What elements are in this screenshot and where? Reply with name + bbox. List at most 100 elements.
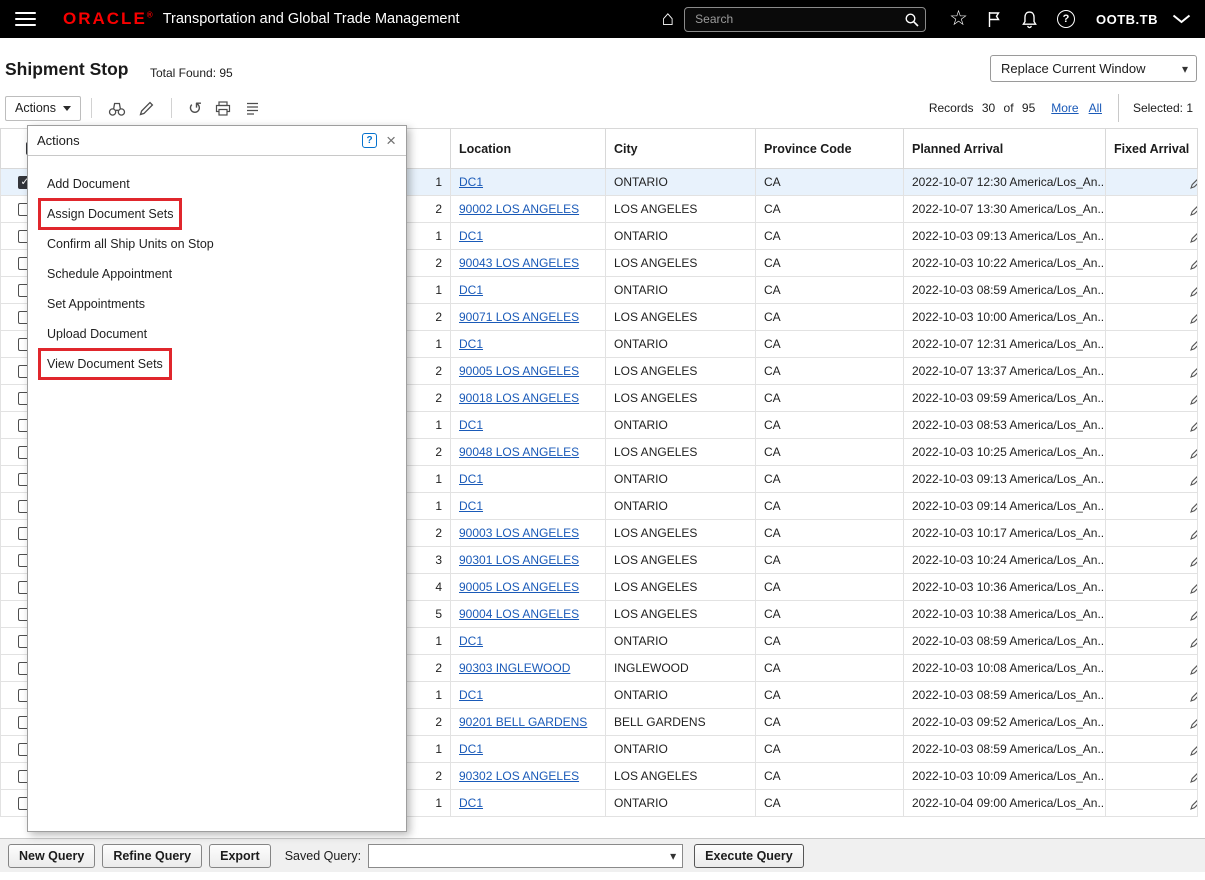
refine-query-button[interactable]: Refine Query [102,844,202,868]
location-link[interactable]: 90302 LOS ANGELES [459,769,579,783]
location-link[interactable]: 90201 BELL GARDENS [459,715,587,729]
records-count: Records 30 of 95 [929,101,1035,115]
col-header-location[interactable]: Location [451,129,606,169]
location-link[interactable]: 90002 LOS ANGELES [459,202,579,216]
location-link[interactable]: DC1 [459,499,483,513]
actions-menu-item[interactable]: Upload Document [28,319,406,349]
saved-query-select[interactable]: ▾ [368,844,683,868]
location-link[interactable]: DC1 [459,688,483,702]
hamburger-menu-icon[interactable] [15,8,36,30]
actions-menu-item[interactable]: Set Appointments [28,289,406,319]
edit-pencil-icon[interactable] [1190,608,1198,621]
user-menu[interactable]: OOTB.TB [1096,12,1158,27]
selected-count: Selected: 1 [1118,94,1197,122]
province-code-cell: CA [756,763,904,790]
location-link[interactable]: DC1 [459,418,483,432]
edit-pencil-icon[interactable] [1190,257,1198,270]
actions-menu-item[interactable]: Schedule Appointment [28,259,406,289]
edit-pencil-icon[interactable] [1190,473,1198,486]
edit-pencil-icon[interactable] [1190,527,1198,540]
more-link[interactable]: More [1051,101,1078,115]
edit-pencil-icon[interactable] [1190,392,1198,405]
edit-pencil-icon[interactable] [1190,500,1198,513]
location-link[interactable]: DC1 [459,283,483,297]
flag-icon[interactable] [986,10,1002,29]
fixed-arrival-cell [1106,547,1198,574]
notifications-bell-icon[interactable] [1020,10,1039,29]
new-query-button[interactable]: New Query [8,844,95,868]
edit-pencil-icon[interactable] [1190,446,1198,459]
edit-pencil-icon[interactable] [138,100,155,117]
edit-pencil-icon[interactable] [1190,581,1198,594]
city-cell: ONTARIO [606,331,756,358]
close-icon[interactable]: × [386,133,396,148]
help-icon[interactable]: ? [1057,10,1075,28]
location-link[interactable]: DC1 [459,634,483,648]
location-link[interactable]: DC1 [459,742,483,756]
window-mode-select[interactable]: Replace Current Window ▾ [990,55,1197,82]
home-icon[interactable]: ⌂ [661,9,674,29]
edit-pencil-icon[interactable] [1190,365,1198,378]
location-link[interactable]: 90301 LOS ANGELES [459,553,579,567]
execute-query-button[interactable]: Execute Query [694,844,804,868]
location-link[interactable]: 90043 LOS ANGELES [459,256,579,270]
edit-pencil-icon[interactable] [1190,203,1198,216]
col-header-city[interactable]: City [606,129,756,169]
actions-menu-item[interactable]: Assign Document Sets [28,199,406,229]
edit-pencil-icon[interactable] [1190,284,1198,297]
edit-pencil-icon[interactable] [1190,662,1198,675]
edit-pencil-icon[interactable] [1190,743,1198,756]
search-input[interactable] [685,8,925,31]
col-header-planned-arrival[interactable]: Planned Arrival [904,129,1106,169]
search-icon[interactable] [904,12,920,28]
window-mode-value: Replace Current Window [1001,61,1146,76]
location-link[interactable]: 90005 LOS ANGELES [459,580,579,594]
location-link[interactable]: 90018 LOS ANGELES [459,391,579,405]
print-icon[interactable] [214,100,232,117]
popup-title: Actions [37,133,80,148]
col-header-province-code[interactable]: Province Code [756,129,904,169]
favorites-star-icon[interactable]: ☆ [949,9,968,29]
edit-pencil-icon[interactable] [1190,230,1198,243]
city-cell: LOS ANGELES [606,196,756,223]
edit-pencil-icon[interactable] [1190,689,1198,702]
actions-menu-item[interactable]: Confirm all Ship Units on Stop [28,229,406,259]
edit-pencil-icon[interactable] [1190,554,1198,567]
list-icon[interactable] [244,100,261,117]
location-link[interactable]: 90303 INGLEWOOD [459,661,570,675]
actions-menu-item[interactable]: Add Document [28,169,406,199]
col-header-fixed-arrival[interactable]: Fixed Arrival [1106,129,1198,169]
edit-pencil-icon[interactable] [1190,635,1198,648]
help-icon[interactable]: ? [362,133,377,148]
edit-pencil-icon[interactable] [1190,311,1198,324]
export-button[interactable]: Export [209,844,271,868]
city-cell: LOS ANGELES [606,439,756,466]
location-link[interactable]: DC1 [459,796,483,810]
location-link[interactable]: 90005 LOS ANGELES [459,364,579,378]
edit-pencil-icon[interactable] [1190,770,1198,783]
edit-pencil-icon[interactable] [1190,797,1198,810]
actions-menu-item[interactable]: View Document Sets [28,349,406,379]
chevron-down-icon[interactable] [1172,14,1191,24]
edit-pencil-icon[interactable] [1190,176,1198,189]
city-cell: ONTARIO [606,736,756,763]
all-link[interactable]: All [1089,101,1102,115]
edit-pencil-icon[interactable] [1190,419,1198,432]
location-link[interactable]: DC1 [459,229,483,243]
binoculars-icon[interactable] [108,100,126,117]
actions-button[interactable]: Actions [5,96,81,121]
location-link[interactable]: 90071 LOS ANGELES [459,310,579,324]
edit-pencil-icon[interactable] [1190,716,1198,729]
edit-pencil-icon[interactable] [1190,338,1198,351]
fixed-arrival-cell [1106,493,1198,520]
location-link[interactable]: 90003 LOS ANGELES [459,526,579,540]
location-link[interactable]: 90048 LOS ANGELES [459,445,579,459]
province-code-cell: CA [756,223,904,250]
location-link[interactable]: 90004 LOS ANGELES [459,607,579,621]
undo-icon[interactable]: ↺ [188,100,202,117]
fixed-arrival-cell [1106,385,1198,412]
location-link[interactable]: DC1 [459,337,483,351]
location-link[interactable]: DC1 [459,175,483,189]
location-link[interactable]: DC1 [459,472,483,486]
top-navigation-bar: ORACLE® Transportation and Global Trade … [0,0,1205,38]
